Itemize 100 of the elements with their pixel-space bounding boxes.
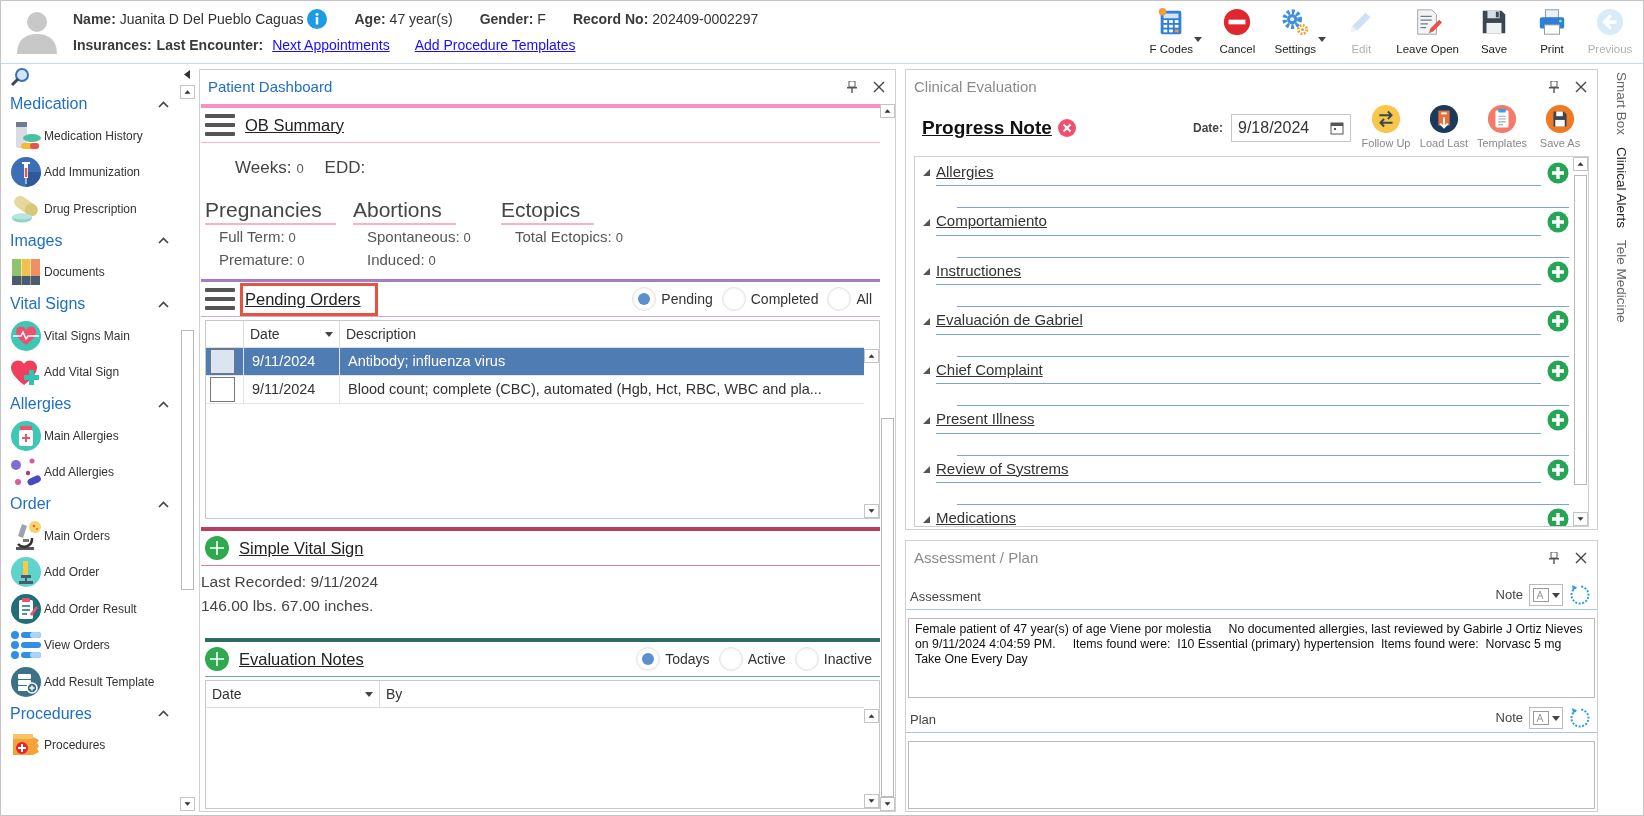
link[interactable]: Next Appointments <box>272 34 390 56</box>
scrollbar[interactable] <box>864 349 879 519</box>
scrollbar[interactable] <box>880 104 895 811</box>
sidebar-item[interactable]: Vital Signs Main <box>10 317 130 355</box>
sidebar-item[interactable]: Main Orders <box>10 517 111 555</box>
scroll-thumb[interactable] <box>881 418 894 797</box>
collapse-icon[interactable] <box>158 710 169 718</box>
radio-button[interactable] <box>636 647 661 672</box>
action-button[interactable]: Follow Up <box>1357 104 1415 152</box>
column-header[interactable]: Date <box>244 321 340 348</box>
radio-button[interactable] <box>632 287 657 312</box>
radio-label[interactable]: All <box>856 288 872 310</box>
radio-button[interactable] <box>718 647 743 672</box>
toolbar-button[interactable]: Cancel <box>1208 5 1267 61</box>
sidebar-item[interactable]: Add Immunization <box>10 154 141 191</box>
sidebar-item[interactable]: Add Order <box>10 554 100 591</box>
checkbox[interactable] <box>210 377 235 403</box>
refresh-icon[interactable] <box>1569 707 1591 729</box>
add-icon[interactable] <box>1547 508 1569 526</box>
radio-button[interactable] <box>794 647 819 672</box>
toolbar-button[interactable]: Settings <box>1266 5 1325 61</box>
section-link[interactable]: Evaluación de Gabriel <box>936 309 1083 332</box>
toolbar-button[interactable]: Save <box>1465 5 1523 61</box>
remove-icon[interactable] <box>1057 119 1076 137</box>
section-link[interactable]: Allergies <box>936 160 994 184</box>
radio-button[interactable] <box>721 287 746 312</box>
pin-icon[interactable] <box>847 81 857 93</box>
radio-label[interactable]: Inactive <box>823 648 872 670</box>
collapse-icon[interactable] <box>158 500 169 508</box>
info-icon[interactable] <box>307 9 328 29</box>
scrollbar[interactable] <box>864 709 879 808</box>
add-icon[interactable] <box>1547 161 1569 184</box>
section-link[interactable]: Chief Complaint <box>936 358 1043 382</box>
column-header[interactable]: Date <box>206 681 380 708</box>
close-icon[interactable] <box>1575 81 1587 93</box>
radio-label[interactable]: Active <box>747 648 786 670</box>
column-header[interactable]: By <box>380 681 864 708</box>
add-icon[interactable] <box>205 536 229 561</box>
collapse-icon[interactable] <box>923 466 930 473</box>
section-link[interactable]: Review of Systrems <box>936 457 1069 481</box>
collapse-icon[interactable] <box>158 400 169 408</box>
sidebar-item[interactable]: Medication History <box>10 117 143 155</box>
add-icon[interactable] <box>1547 359 1569 382</box>
toolbar-button[interactable]: Leave Open <box>1390 5 1465 61</box>
toolbar-button[interactable]: F Codes <box>1142 5 1201 61</box>
sidebar-item[interactable]: Add Result Template <box>10 663 155 701</box>
section-link[interactable]: OB Summary <box>240 108 352 142</box>
collapse-icon[interactable] <box>923 367 930 374</box>
collapse-icon[interactable] <box>158 100 169 108</box>
scroll-thumb[interactable] <box>1574 175 1587 485</box>
date-field[interactable]: 9/18/2024 <box>1231 114 1351 142</box>
sidebar-item[interactable]: Documents <box>10 254 105 291</box>
scroll-thumb[interactable] <box>180 329 194 590</box>
section-link[interactable]: Pending Orders <box>240 282 378 316</box>
add-icon[interactable] <box>1547 310 1569 332</box>
pin-icon[interactable] <box>1549 81 1559 93</box>
action-button[interactable]: Load Last <box>1415 104 1473 152</box>
checkbox[interactable] <box>210 349 235 375</box>
add-icon[interactable] <box>1547 211 1569 233</box>
close-icon[interactable] <box>873 81 885 93</box>
link[interactable]: Add Procedure Templates <box>414 34 576 56</box>
toolbar-button[interactable]: Print <box>1523 5 1581 61</box>
menu-icon[interactable] <box>205 113 235 137</box>
collapse-icon[interactable] <box>158 300 169 308</box>
section-link[interactable]: Medications <box>936 507 1017 526</box>
search-icon[interactable] <box>10 66 30 87</box>
side-tab[interactable]: Smart Box <box>1610 72 1631 136</box>
sidebar-item[interactable]: View Orders <box>10 627 110 664</box>
collapse-icon[interactable] <box>923 268 930 275</box>
table-row[interactable]: 9/11/2024 Blood count; complete (CBC), automated (Hgb, Hct, RBC, WBC and pla... <box>206 376 864 405</box>
section-link[interactable]: Evaluation Notes <box>234 642 371 676</box>
sidebar-item[interactable]: Drug Prescription <box>10 190 137 228</box>
format-dropdown[interactable] <box>1529 707 1563 729</box>
close-icon[interactable] <box>1575 552 1587 564</box>
section-link[interactable]: Simple Vital Sign <box>234 531 371 565</box>
add-icon[interactable] <box>205 647 229 672</box>
sidebar-item[interactable]: Add Vital Sign <box>10 354 120 391</box>
column-header[interactable]: Description <box>340 321 864 348</box>
section-link[interactable]: Comportamiento <box>936 210 1047 233</box>
note-field[interactable]: Female patient of 47 year(s) of age Viene por molestia No documented allergies, last reviewed by Gabirle J Ortiz Nieves on 9/11/2024 4:04:59 PM. Items found were: I10 Essential (primary) hypertension Items found were: Norvasc 5 mg Take One Every Day <box>908 618 1595 698</box>
refresh-icon[interactable] <box>1569 584 1591 606</box>
calendar-icon[interactable] <box>1330 121 1344 135</box>
menu-icon[interactable] <box>205 287 235 312</box>
note-field[interactable] <box>908 741 1595 809</box>
sidebar-item[interactable]: Add Order Result <box>10 590 137 628</box>
note-title[interactable]: Progress Note <box>922 113 1052 143</box>
collapse-icon[interactable] <box>923 169 930 176</box>
radio-label[interactable]: Todays <box>665 648 710 670</box>
sidebar-item[interactable]: Procedures <box>10 727 106 764</box>
sidebar-item[interactable]: Add Allergies <box>10 454 115 491</box>
collapse-icon[interactable] <box>923 317 930 325</box>
sidebar-item[interactable]: Main Allergies <box>10 417 119 455</box>
add-icon[interactable] <box>1547 260 1569 283</box>
section-link[interactable]: Instructiones <box>936 259 1022 283</box>
section-link[interactable]: Present Illness <box>936 408 1035 431</box>
collapse-icon[interactable] <box>923 515 930 523</box>
action-button[interactable]: Save As <box>1531 104 1589 152</box>
side-tab[interactable]: Clinical Alerts <box>1610 147 1631 229</box>
pin-icon[interactable] <box>1549 552 1559 564</box>
add-icon[interactable] <box>1547 409 1569 431</box>
